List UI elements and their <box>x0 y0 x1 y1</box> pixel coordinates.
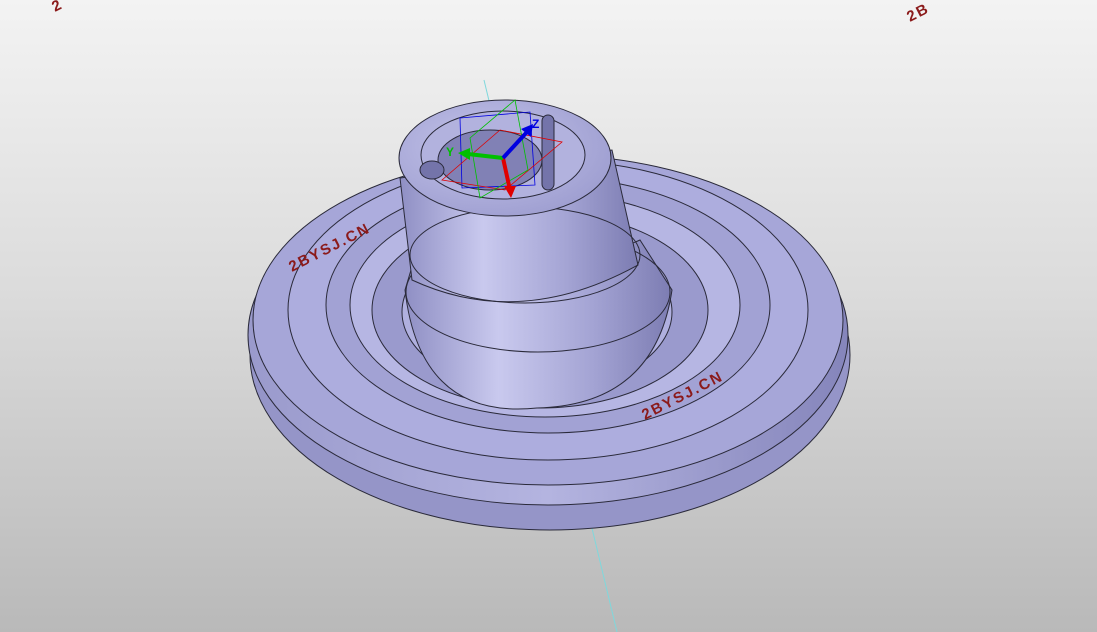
3d-viewport[interactable]: Y Z 2BYSJ.CN 2BYSJ.CN 2 2B <box>0 0 1097 632</box>
pulley-part[interactable] <box>247 99 851 531</box>
watermark-top-left-partial: 2 <box>49 0 66 16</box>
hub-cylinder[interactable] <box>398 99 641 304</box>
z-axis-label: Z <box>532 117 539 131</box>
keyway-left <box>419 160 445 180</box>
y-axis-label: Y <box>446 145 454 159</box>
watermark-top-right-partial: 2B <box>904 0 932 26</box>
keyway-right <box>541 114 555 191</box>
